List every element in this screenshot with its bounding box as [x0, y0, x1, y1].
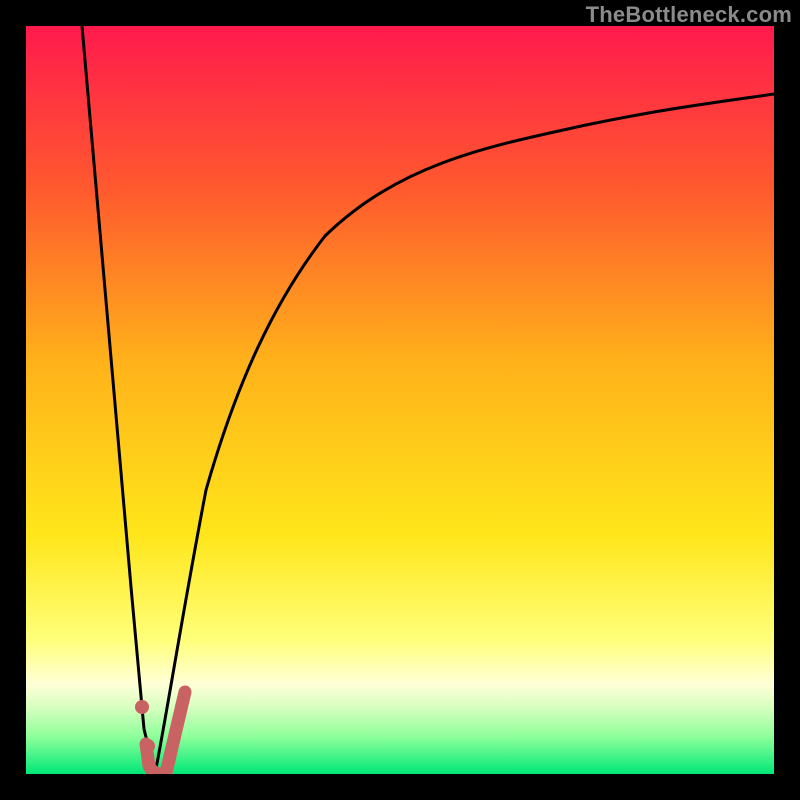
- watermark-text: TheBottleneck.com: [586, 2, 792, 28]
- plot-area: [26, 26, 774, 774]
- marker-dot-lower: [141, 739, 155, 753]
- chart-frame: TheBottleneck.com: [0, 0, 800, 800]
- marker-dot-upper: [135, 700, 149, 714]
- chart-svg: [26, 26, 774, 774]
